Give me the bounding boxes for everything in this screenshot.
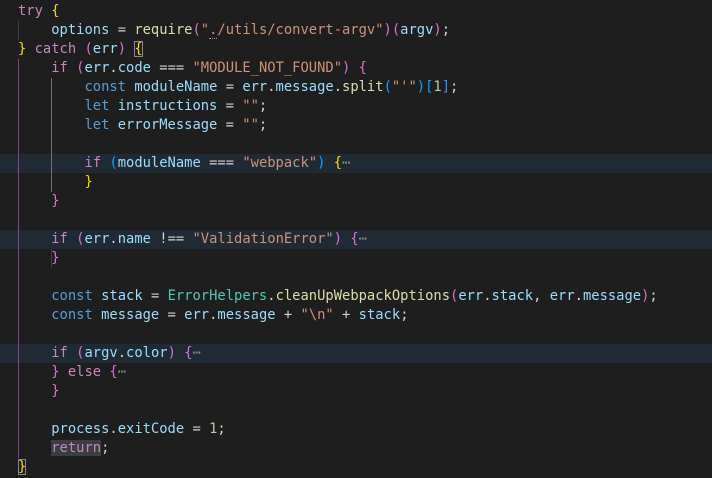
code-line-text: return;: [51, 440, 110, 456]
code-line[interactable]: [0, 268, 712, 287]
code-line-text: }: [51, 250, 60, 266]
code-line[interactable]: }: [0, 249, 712, 268]
code-line[interactable]: [0, 211, 712, 230]
code-line[interactable]: const stack = ErrorHelpers.cleanUpWebpac…: [0, 287, 712, 306]
code-line-text: } else {⋯: [51, 364, 127, 380]
indent-guide: [18, 59, 19, 458]
code-line[interactable]: }: [0, 382, 712, 401]
code-line-text: let instructions = "";: [84, 98, 268, 114]
code-line[interactable]: options = require("./utils/convert-argv"…: [0, 21, 712, 40]
code-line[interactable]: if (moduleName === "webpack") {⋯: [0, 154, 712, 173]
code-line[interactable]: if (err.name !== "ValidationError") {⋯: [0, 230, 712, 249]
code-line-text: } catch (err) {: [18, 41, 143, 57]
code-line[interactable]: let errorMessage = "";: [0, 116, 712, 135]
code-line[interactable]: if (argv.color) {⋯: [0, 344, 712, 363]
code-editor[interactable]: try { options = require("./utils/convert…: [0, 0, 712, 478]
code-line[interactable]: [0, 401, 712, 420]
code-line[interactable]: } else {⋯: [0, 363, 712, 382]
indent-guide: [50, 78, 52, 192]
code-line-text: try {: [18, 3, 60, 19]
code-line-text: if (err.code === "MODULE_NOT_FOUND") {: [51, 60, 367, 76]
code-line-text: if (argv.color) {⋯: [51, 345, 201, 361]
indent-guide: [50, 249, 52, 268]
code-line[interactable]: process.exitCode = 1;: [0, 420, 712, 439]
code-line[interactable]: return;: [0, 439, 712, 458]
code-line-text: if (err.name !== "ValidationError") {⋯: [51, 231, 367, 247]
code-line[interactable]: } catch (err) {: [0, 40, 712, 59]
code-line[interactable]: [0, 135, 712, 154]
code-line[interactable]: }: [0, 192, 712, 211]
code-line-text: const message = err.message + "\n" + sta…: [51, 307, 409, 323]
code-line[interactable]: const message = err.message + "\n" + sta…: [0, 306, 712, 325]
code-line[interactable]: let instructions = "";: [0, 97, 712, 116]
code-line-text: const moduleName = err.message.split("'"…: [84, 79, 459, 95]
code-line[interactable]: [0, 325, 712, 344]
code-line-text: const stack = ErrorHelpers.cleanUpWebpac…: [51, 288, 658, 304]
code-line-text: process.exitCode = 1;: [51, 421, 226, 437]
code-line-text: }: [18, 459, 27, 475]
code-line-text: let errorMessage = "";: [84, 117, 268, 133]
code-line-text: options = require("./utils/convert-argv"…: [51, 22, 451, 39]
code-line[interactable]: try {: [0, 2, 712, 21]
code-line-text: }: [51, 193, 60, 209]
code-line-text: }: [51, 383, 60, 399]
code-line-text: }: [84, 174, 93, 190]
code-line[interactable]: if (err.code === "MODULE_NOT_FOUND") {: [0, 59, 712, 78]
code-line[interactable]: const moduleName = err.message.split("'"…: [0, 78, 712, 97]
code-line[interactable]: }: [0, 458, 712, 477]
code-line[interactable]: }: [0, 173, 712, 192]
indent-guide: [18, 21, 19, 40]
code-line-text: if (moduleName === "webpack") {⋯: [84, 155, 351, 171]
